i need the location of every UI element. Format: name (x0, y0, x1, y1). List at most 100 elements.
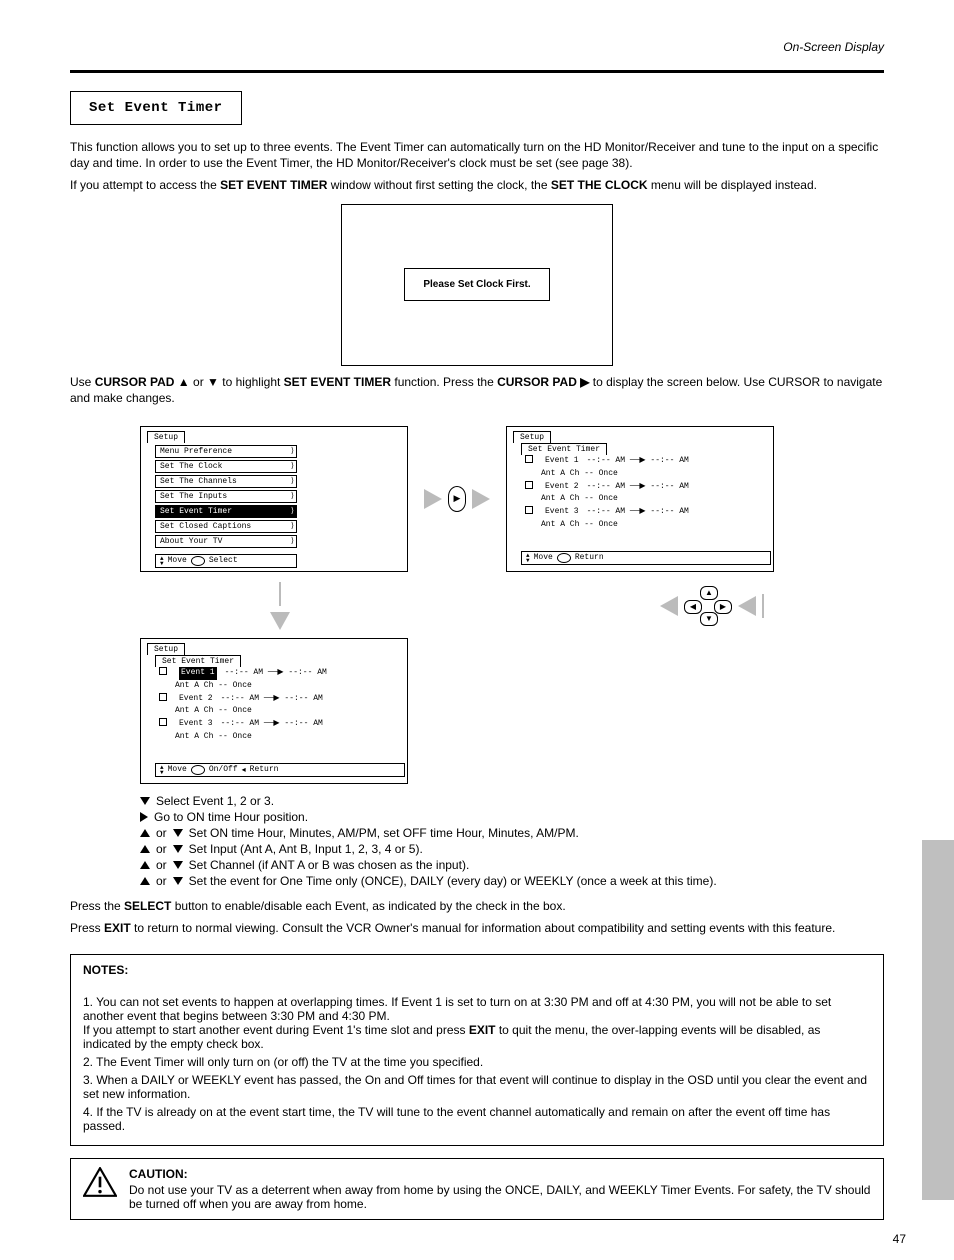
oval-icon (191, 556, 205, 566)
checkbox-icon (525, 481, 533, 489)
intro-paragraph-2: If you attempt to access the SET EVENT T… (70, 177, 884, 193)
osd-event-details: Ant A Ch -- Once (541, 468, 767, 481)
text: Return (250, 765, 279, 774)
text: or (156, 826, 167, 840)
text-bold: SET THE CLOCK (551, 178, 648, 192)
osd-event-row: Event 3--:-- AM ──▶ --:-- AM (159, 718, 401, 731)
checkbox-icon (159, 718, 167, 726)
text: function. Press the (394, 375, 497, 389)
warning-icon (83, 1167, 117, 1200)
legend-text: Set ON time Hour, Minutes, AM/PM, set OF… (189, 826, 579, 840)
caution-box: CAUTION: Do not use your TV as a deterre… (70, 1158, 884, 1220)
down-arrow-icon (173, 877, 183, 885)
osd-footer: ▲▼ Move Select (155, 554, 297, 568)
checkbox-icon (525, 455, 533, 463)
osd-tab: Setup (513, 431, 551, 443)
osd-event-details: Ant A Ch -- Once (541, 519, 767, 532)
remote-right-button-icon: ▶ (448, 486, 466, 512)
chevron-right-icon: ⟩ (291, 536, 294, 546)
text: or (193, 375, 207, 389)
note-2: 2. The Event Timer will only turn on (or… (83, 1055, 871, 1069)
osd-event-row: Event 2--:-- AM ──▶ --:-- AM (525, 481, 767, 494)
legend-text: Set the event for One Time only (ONCE), … (189, 874, 717, 888)
right-arrow-icon (140, 812, 148, 822)
legend-row: orSet Channel (if ANT A or B was chosen … (140, 858, 884, 872)
text: Press (70, 921, 104, 935)
legend-row: orSet the event for One Time only (ONCE)… (140, 874, 884, 888)
text: to highlight (222, 375, 283, 389)
checkbox-icon (159, 693, 167, 701)
legend-text: Go to ON time Hour position. (154, 810, 308, 824)
event-label: Event 1 (545, 455, 579, 468)
text: Return (575, 553, 604, 562)
osd-menu-item: Set The Clock⟩ (155, 460, 297, 473)
event-time: --:-- AM ──▶ --:-- AM (225, 667, 327, 680)
osd-menu-item: Set Event Timer⟩ (155, 505, 297, 518)
osd-screen-event-timer-selected: Setup Set Event Timer Event 1--:-- AM ──… (140, 638, 408, 784)
divider (70, 70, 884, 73)
notes-title: NOTES: (83, 963, 871, 977)
osd-menu-item: Set Closed Captions⟩ (155, 520, 297, 533)
text: menu will be displayed instead. (651, 178, 817, 192)
event-label: Event 3 (179, 718, 213, 731)
legend-row: orSet Input (Ant A, Ant B, Input 1, 2, 3… (140, 842, 884, 856)
text-bold: ▼ (207, 375, 219, 389)
text: or (156, 842, 167, 856)
paragraph-select: Press the SELECT button to enable/disabl… (70, 898, 884, 914)
chevron-right-icon: ⟩ (291, 476, 294, 486)
text: On/Off (209, 765, 238, 774)
note-4: 4. If the TV is already on at the event … (83, 1105, 871, 1133)
osd-menu-item: Set The Channels⟩ (155, 475, 297, 488)
remote-left-icon: ◀ (684, 600, 702, 614)
paragraph-exit: Press EXIT to return to normal viewing. … (70, 920, 884, 936)
down-arrow-icon (173, 861, 183, 869)
down-arrow-icon (173, 845, 183, 853)
intro-paragraph-1: This function allows you to set up to th… (70, 139, 884, 171)
legend-text: Select Event 1, 2 or 3. (156, 794, 274, 808)
osd-menu-item: Menu Preference⟩ (155, 445, 297, 458)
caution-body: Do not use your TV as a deterrent when a… (129, 1183, 871, 1211)
flow-diagram: Setup Menu Preference⟩ Set The Clock⟩ Set … (70, 426, 884, 784)
chevron-right-icon: ⟩ (291, 521, 294, 531)
legend: Select Event 1, 2 or 3. Go to ON time Hou… (140, 794, 884, 888)
osd-event-row: Event 1 --:-- AM ──▶ --:-- AM (159, 667, 401, 680)
event-time: --:-- AM ──▶ --:-- AM (587, 455, 689, 468)
osd-event-details: Ant A Ch -- Once (175, 680, 401, 693)
osd-menu-item: About Your TV⟩ (155, 535, 297, 548)
osd-tab: Setup (147, 431, 185, 443)
clock-warning-text: Please Set Clock First. (404, 268, 549, 301)
remote-nav-cluster-icon: ▲ ▼ ◀ ▶ (684, 586, 732, 626)
clock-warning-frame: Please Set Clock First. (341, 204, 613, 366)
osd-footer: ▲▼ Move Return (521, 551, 771, 565)
event-label: Event 1 (179, 667, 217, 680)
text: Move (168, 556, 187, 565)
text-bold: SET EVENT TIMER (220, 178, 327, 192)
event-time: --:-- AM ──▶ --:-- AM (221, 693, 323, 706)
section-header: On-Screen Display (70, 40, 884, 54)
osd-subtab: Set Event Timer (521, 443, 607, 455)
arrow-left-icon (660, 596, 678, 616)
chevron-right-icon: ⟩ (291, 446, 294, 456)
oval-icon (191, 765, 205, 775)
text-bold: CURSOR PAD ▶ (497, 375, 589, 389)
connector-line (279, 582, 281, 606)
osd-event-row: Event 1 --:-- AM ──▶ --:-- AM (525, 455, 767, 468)
event-label: Event 2 (179, 693, 213, 706)
chevron-right-icon: ⟩ (291, 491, 294, 501)
notes-box: NOTES: 1. You can not set events to happ… (70, 954, 884, 1146)
page-number: 47 (893, 1232, 906, 1246)
text: Select (209, 556, 238, 565)
remote-down-icon: ▼ (700, 612, 718, 626)
text: to return to normal viewing. Consult the… (134, 921, 835, 935)
caution-title: CAUTION: (129, 1167, 871, 1181)
side-tab-bar (922, 840, 954, 1200)
text: Move (168, 765, 187, 774)
text: Move (534, 553, 553, 562)
updown-icon: ▲▼ (160, 556, 164, 566)
osd-event-details: Ant A Ch -- Once (175, 705, 401, 718)
left-caret-icon: ◂ (242, 765, 246, 775)
page-title-box: Set Event Timer (70, 91, 242, 125)
legend-text: Set Channel (if ANT A or B was chosen as… (189, 858, 470, 872)
arrow-right-icon (424, 489, 442, 509)
osd-event-row: Event 3--:-- AM ──▶ --:-- AM (525, 506, 767, 519)
